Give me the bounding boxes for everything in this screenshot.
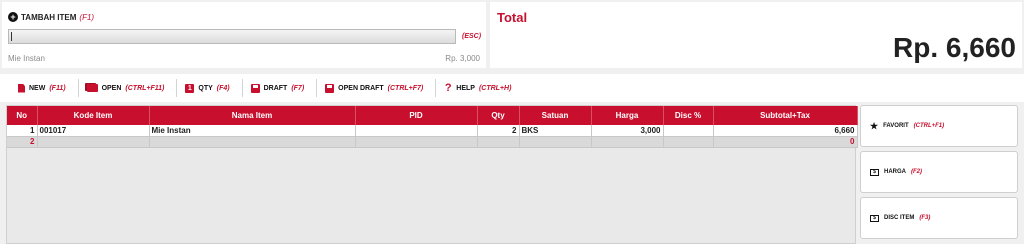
last-item-name: Mie Instan: [8, 54, 45, 63]
col-header-subtotal[interactable]: Subtotal+Tax: [713, 106, 858, 125]
help-button[interactable]: ? HELP (CTRL+H): [436, 79, 523, 97]
quantity-icon: 1: [185, 83, 195, 93]
cell-kode[interactable]: [37, 136, 150, 148]
new-shortcut: (F11): [49, 84, 66, 92]
col-header-satuan[interactable]: Satuan: [519, 106, 592, 125]
col-header-pid[interactable]: PID: [355, 106, 478, 125]
disc-item-button[interactable]: $ DISC ITEM (F3): [860, 197, 1018, 239]
open-folder-icon: [86, 84, 98, 92]
text-caret: [11, 32, 12, 41]
new-button[interactable]: NEW (F11): [10, 79, 79, 97]
item-table: No Kode Item Nama Item PID Qty Satuan Ha…: [7, 106, 858, 148]
col-header-no[interactable]: No: [7, 106, 38, 125]
cell-nama[interactable]: Mie Instan: [149, 125, 356, 137]
open-draft-shortcut: (CTRL+F7): [387, 84, 424, 92]
total-label: Total: [497, 10, 528, 25]
cell-satuan[interactable]: BKS: [519, 125, 592, 137]
open-label: OPEN: [101, 84, 122, 92]
disc-item-label: DISC ITEM: [884, 215, 915, 221]
harga-button[interactable]: $ HARGA (F2): [860, 151, 1018, 193]
money-icon: $: [870, 214, 879, 222]
cell-disc[interactable]: [663, 125, 714, 137]
side-button-panel: ★ FAVORIT (CTRL+F1) $ HARGA (F2) $ DISC …: [860, 105, 1018, 243]
harga-shortcut: (F2): [911, 169, 922, 175]
toolbar: NEW (F11) OPEN (CTRL+F11) 1 QTY (F4) DRA…: [0, 74, 1024, 102]
open-draft-label: OPEN DRAFT: [338, 84, 384, 92]
total-panel: Total Rp. 6,660: [490, 2, 1022, 68]
open-shortcut: (CTRL+F11): [125, 84, 165, 92]
add-item-panel: + TAMBAH ITEM (F1) (ESC) Mie Instan Rp. …: [2, 2, 486, 68]
new-document-icon: [18, 83, 25, 93]
col-header-disc[interactable]: Disc %: [663, 106, 714, 125]
cell-no[interactable]: 1: [7, 125, 38, 137]
add-item-shortcut: (F1): [79, 12, 95, 22]
cell-qty[interactable]: [477, 136, 520, 148]
favorit-label: FAVORIT: [883, 123, 909, 129]
item-search-input[interactable]: [8, 29, 456, 44]
qty-shortcut: (F4): [216, 84, 230, 92]
col-header-kode[interactable]: Kode Item: [37, 106, 150, 125]
save-draft-icon: [250, 83, 260, 93]
cell-harga[interactable]: 3,000: [591, 125, 664, 137]
add-item-label: TAMBAH ITEM: [21, 12, 77, 22]
table-row[interactable]: 2 0: [7, 136, 858, 148]
cell-nama[interactable]: [149, 136, 356, 148]
question-icon: ?: [444, 82, 452, 94]
table-header-row: No Kode Item Nama Item PID Qty Satuan Ha…: [7, 106, 858, 125]
esc-hint: (ESC): [462, 33, 482, 40]
item-grid: No Kode Item Nama Item PID Qty Satuan Ha…: [6, 105, 858, 244]
money-icon: $: [870, 168, 879, 176]
cell-satuan[interactable]: [519, 136, 592, 148]
add-item-title: + TAMBAH ITEM (F1): [8, 12, 94, 22]
plus-circle-icon: +: [8, 12, 18, 22]
cell-pid[interactable]: [355, 125, 478, 137]
cell-no[interactable]: 2: [7, 136, 38, 148]
cell-disc[interactable]: [663, 136, 714, 148]
last-item-price: Rp. 3,000: [445, 54, 480, 63]
total-value: Rp. 6,660: [893, 32, 1016, 63]
help-label: HELP: [456, 84, 475, 92]
qty-button[interactable]: 1 QTY (F4): [177, 79, 243, 97]
cell-pid[interactable]: [355, 136, 478, 148]
favorit-button[interactable]: ★ FAVORIT (CTRL+F1): [860, 105, 1018, 147]
harga-label: HARGA: [884, 169, 906, 175]
disc-item-shortcut: (F3): [919, 215, 931, 221]
open-button[interactable]: OPEN (CTRL+F11): [79, 79, 178, 97]
draft-button[interactable]: DRAFT (F7): [243, 79, 318, 97]
cell-qty[interactable]: 2: [477, 125, 520, 137]
favorit-shortcut: (CTRL+F1): [913, 123, 945, 129]
col-header-qty[interactable]: Qty: [477, 106, 520, 125]
cell-subtotal[interactable]: 6,660: [713, 125, 858, 137]
open-draft-icon: [325, 83, 335, 93]
new-label: NEW: [29, 84, 46, 92]
cell-harga[interactable]: [591, 136, 664, 148]
cell-subtotal[interactable]: 0: [713, 136, 858, 148]
cell-kode[interactable]: 001017: [37, 125, 150, 137]
qty-label: QTY: [198, 84, 213, 92]
draft-shortcut: (F7): [291, 84, 305, 92]
col-header-nama[interactable]: Nama Item: [149, 106, 356, 125]
open-draft-button[interactable]: OPEN DRAFT (CTRL+F7): [317, 79, 437, 97]
draft-label: DRAFT: [263, 84, 288, 92]
col-header-harga[interactable]: Harga: [591, 106, 664, 125]
star-icon: ★: [870, 120, 879, 131]
table-row[interactable]: 1 001017 Mie Instan 2 BKS 3,000 6,660: [7, 125, 858, 137]
help-shortcut: (CTRL+H): [478, 84, 512, 92]
